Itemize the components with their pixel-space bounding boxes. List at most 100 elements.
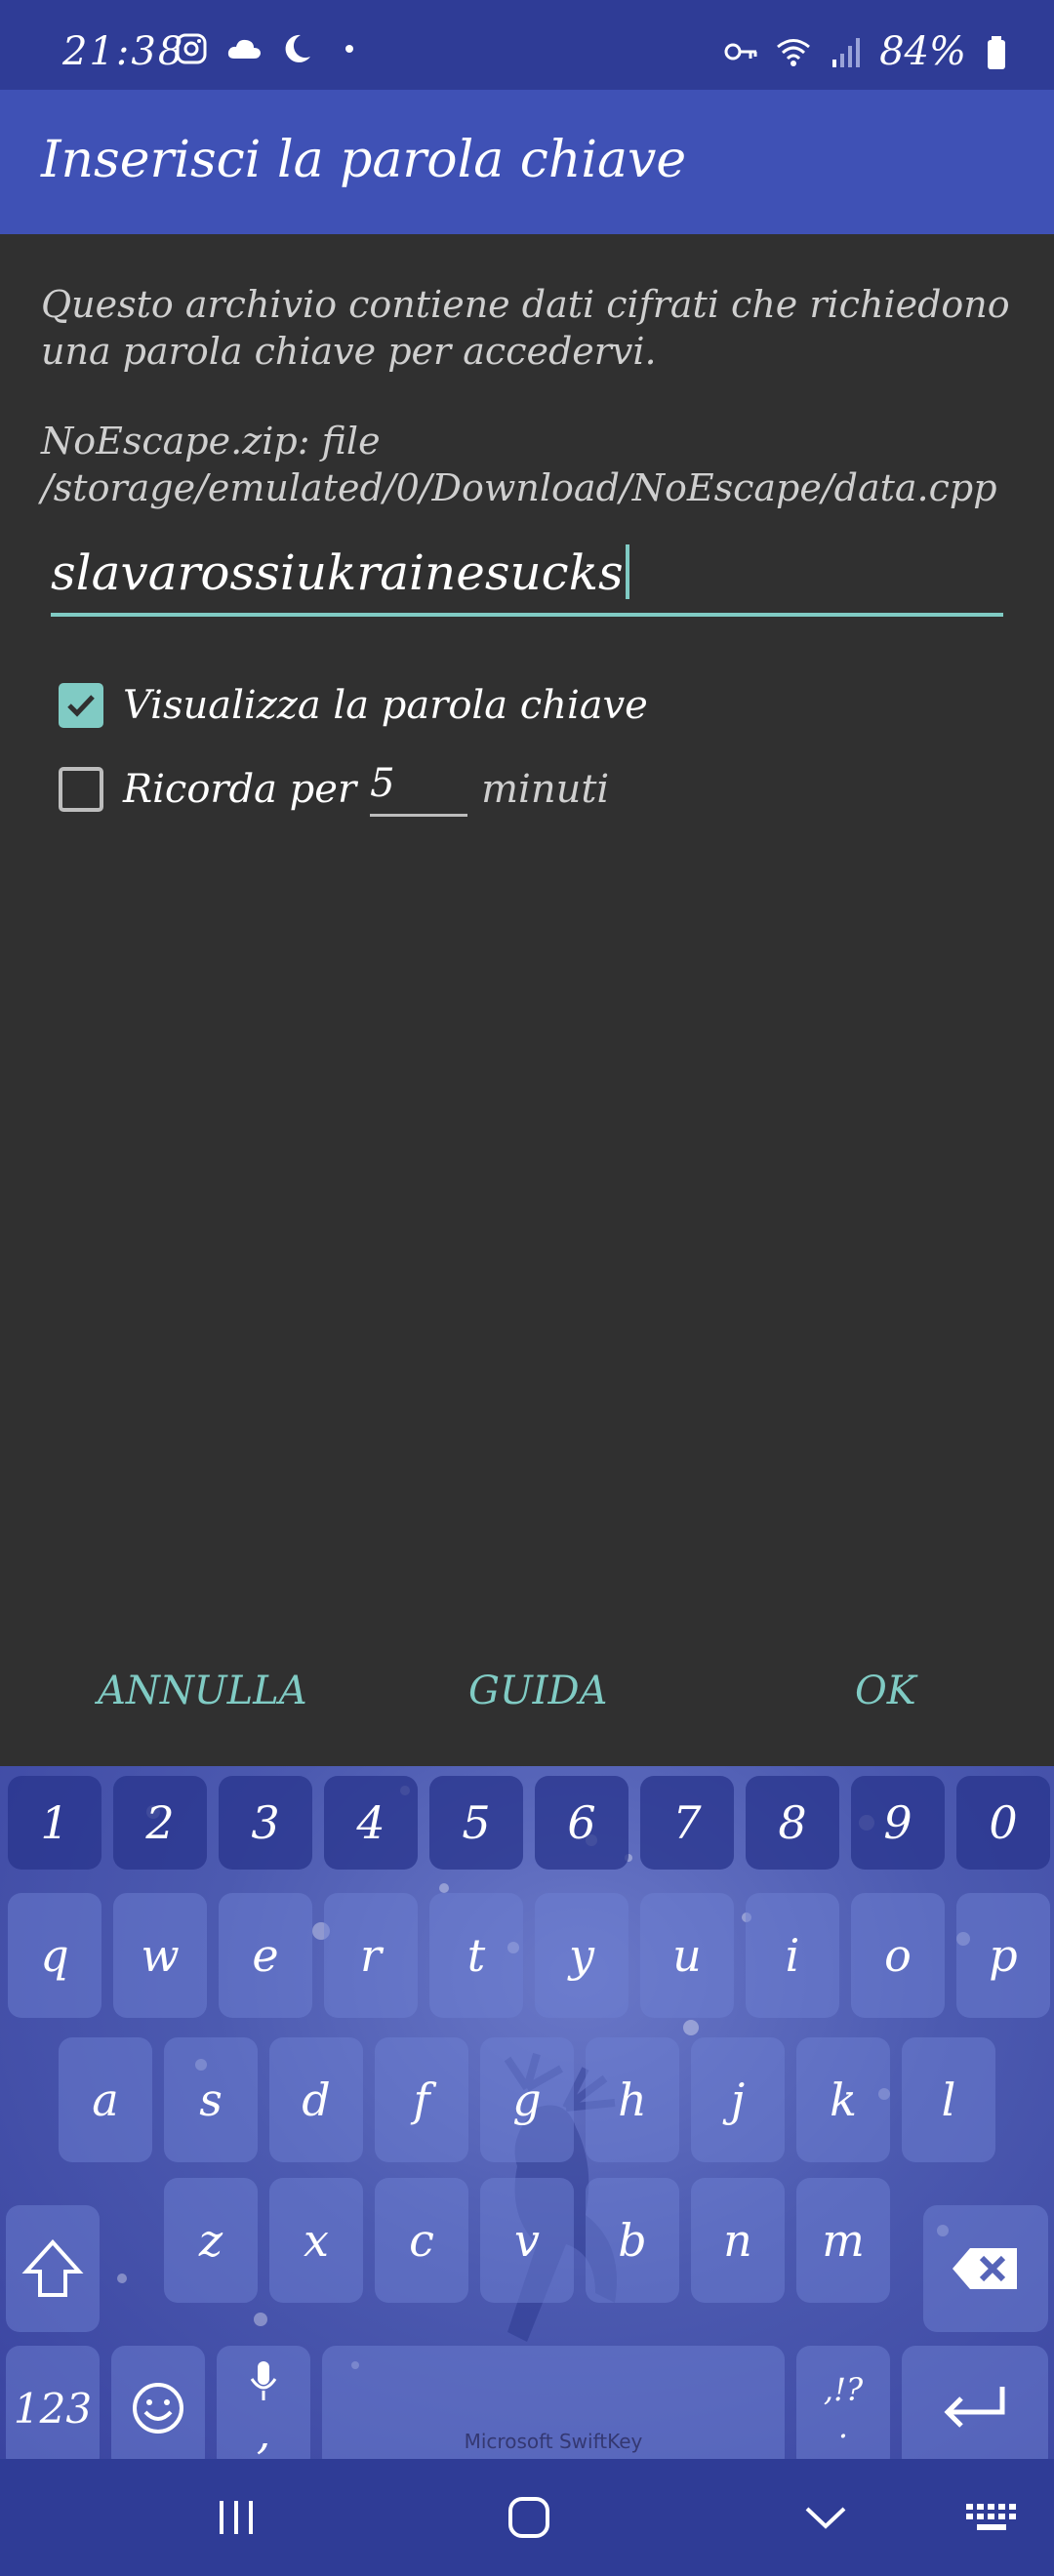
keyboard-switch-button[interactable] [960, 2486, 1023, 2549]
password-value: slavarossiukrainesucks [51, 544, 624, 601]
number-key[interactable]: 1 [8, 1776, 101, 1870]
snowflake [254, 2313, 267, 2326]
letter-key[interactable]: f [375, 2037, 468, 2162]
text-cursor [625, 544, 629, 599]
letter-key[interactable]: a [59, 2037, 152, 2162]
number-key[interactable]: 6 [535, 1776, 628, 1870]
dialog-title-bar: Inserisci la parola chiave [0, 90, 1054, 234]
remember-row[interactable]: Ricorda per 5 minuti [59, 761, 609, 817]
number-key[interactable]: 0 [956, 1776, 1050, 1870]
comma-label: , [256, 2406, 271, 2459]
remember-label: Ricorda per [123, 766, 357, 812]
vpn-key-icon [721, 32, 760, 71]
wifi-icon [774, 32, 813, 71]
dialog-buttons: ANNULLA GUIDA OK [0, 1669, 1054, 1737]
letter-key[interactable]: m [796, 2178, 890, 2303]
number-key[interactable]: 5 [429, 1776, 523, 1870]
emoji-key[interactable] [111, 2346, 205, 2459]
remember-minutes-input[interactable]: 5 [370, 761, 468, 817]
symbols-key[interactable]: 123 [6, 2346, 100, 2459]
letter-key[interactable]: z [164, 2178, 258, 2303]
keyboard: 1234567890 qwertyuiop asdfghjkl zxcvbnm … [0, 1766, 1054, 2459]
letter-key[interactable]: y [535, 1893, 628, 2018]
letter-key[interactable]: l [902, 2037, 995, 2162]
letter-key[interactable]: w [113, 1893, 207, 2018]
number-key[interactable]: 3 [219, 1776, 312, 1870]
letter-key[interactable]: q [8, 1893, 101, 2018]
letter-key[interactable]: b [586, 2178, 679, 2303]
moon-icon [277, 29, 316, 68]
show-password-checkbox[interactable] [59, 683, 103, 728]
recent-apps-button[interactable] [205, 2486, 267, 2549]
number-key[interactable]: 9 [851, 1776, 945, 1870]
letter-key[interactable]: x [269, 2178, 363, 2303]
letter-key[interactable]: c [375, 2178, 468, 2303]
battery-percent: 84% [879, 29, 966, 74]
punctuation-bottom: . [837, 2408, 849, 2445]
dialog-message: Questo archivio contiene dati cifrati ch… [41, 283, 1010, 373]
password-input[interactable]: slavarossiukrainesucks [51, 544, 629, 601]
letter-key[interactable]: i [746, 1893, 839, 2018]
enter-key[interactable] [902, 2346, 1048, 2459]
help-button[interactable]: GUIDA [468, 1669, 607, 1713]
home-icon [508, 2497, 549, 2538]
cloud-icon [224, 29, 264, 68]
show-password-row[interactable]: Visualizza la parola chiave [59, 683, 648, 728]
letter-key[interactable]: r [324, 1893, 418, 2018]
shift-key[interactable] [6, 2205, 100, 2332]
navigation-bar [0, 2459, 1054, 2576]
letter-key[interactable]: g [480, 2037, 574, 2162]
number-key[interactable]: 8 [746, 1776, 839, 1870]
password-field[interactable]: slavarossiukrainesucks [51, 535, 1003, 617]
cancel-button[interactable]: ANNULLA [98, 1669, 307, 1713]
letter-key[interactable]: p [956, 1893, 1050, 2018]
checkmark-icon [67, 695, 95, 717]
dialog-title: Inserisci la parola chiave [41, 131, 687, 189]
punctuation-top: ,!? [823, 2371, 864, 2408]
letter-key[interactable]: t [429, 1893, 523, 2018]
letter-key[interactable]: u [640, 1893, 734, 2018]
letter-key[interactable]: s [164, 2037, 258, 2162]
home-button[interactable] [498, 2486, 560, 2549]
comma-key[interactable]: , [217, 2346, 310, 2459]
number-key[interactable]: 2 [113, 1776, 207, 1870]
letter-key[interactable]: h [586, 2037, 679, 2162]
minutes-label: minuti [481, 766, 610, 812]
letter-key[interactable]: e [219, 1893, 312, 2018]
chevron-down-icon [805, 2507, 846, 2529]
number-key[interactable]: 4 [324, 1776, 418, 1870]
space-key[interactable]: Microsoft SwiftKey [322, 2346, 785, 2459]
battery-icon [980, 32, 1019, 71]
emoji-icon [133, 2383, 183, 2434]
letter-key[interactable]: j [691, 2037, 785, 2162]
backspace-key[interactable] [923, 2205, 1048, 2332]
punctuation-key[interactable]: ,!? . [796, 2346, 890, 2459]
keyboard-icon [966, 2504, 1016, 2530]
keyboard-brand: Microsoft SwiftKey [464, 2430, 643, 2453]
letter-key[interactable]: n [691, 2178, 785, 2303]
snowflake [117, 2274, 127, 2283]
show-password-label: Visualizza la parola chiave [123, 683, 648, 728]
recent-apps-icon [220, 2501, 253, 2534]
remember-checkbox[interactable] [59, 766, 103, 812]
snowflake [683, 2020, 699, 2035]
status-bar: 21:38 84% [0, 0, 1054, 90]
number-key[interactable]: 7 [640, 1776, 734, 1870]
instagram-icon [172, 29, 211, 68]
letter-key[interactable]: v [480, 2178, 574, 2303]
dot-icon [330, 29, 369, 68]
hide-keyboard-button[interactable] [794, 2486, 857, 2549]
shift-icon [21, 2239, 84, 2297]
letter-key[interactable]: d [269, 2037, 363, 2162]
ok-button[interactable]: OK [855, 1669, 916, 1713]
signal-icon [827, 32, 866, 71]
letter-key[interactable]: k [796, 2037, 890, 2162]
status-right-icons: 84% [721, 29, 1019, 74]
letter-key[interactable]: o [851, 1893, 945, 2018]
microphone-icon [250, 2361, 277, 2400]
status-time: 21:38 [62, 29, 185, 74]
file-path-text: NoEscape.zip: file /storage/emulated/0/D… [41, 420, 997, 509]
enter-icon [944, 2387, 1005, 2428]
snowflake [439, 1883, 449, 1893]
status-left-icons [172, 29, 369, 68]
